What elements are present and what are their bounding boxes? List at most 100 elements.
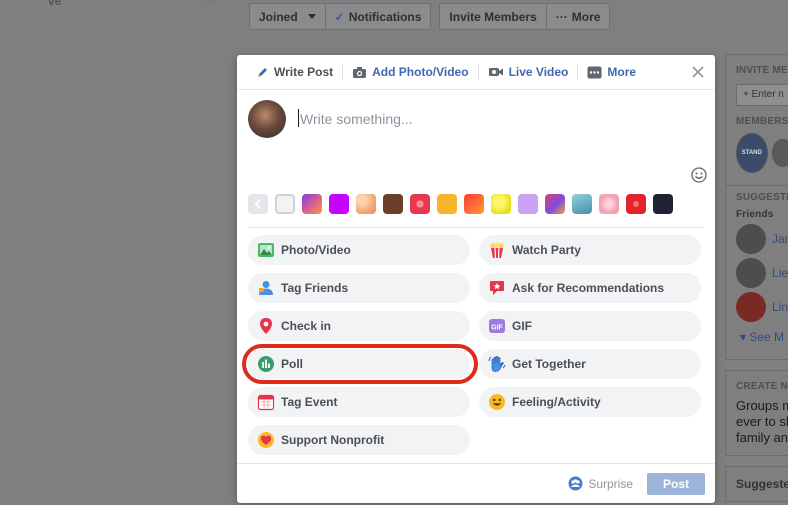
action-ask-recommendations[interactable]: Ask for Recommendations — [479, 273, 701, 303]
member-avatar[interactable] — [771, 139, 788, 167]
group-action-bar: Joined ✓ Notifications Invite Members ··… — [249, 3, 611, 30]
friends-label: Friends — [736, 209, 774, 220]
action-photo-video[interactable]: Photo/Video — [248, 235, 470, 265]
members-avatars: STAND — [726, 127, 788, 173]
create-heading: CREATE N — [736, 381, 788, 392]
tab-label: Write Post — [274, 65, 334, 79]
post-button[interactable]: Post — [647, 472, 705, 495]
notifications-label: Notifications — [348, 9, 422, 24]
tab-add-photo-video[interactable]: Add Photo/Video — [343, 64, 479, 80]
close-icon[interactable] — [691, 65, 705, 79]
gif-icon: GIF — [489, 319, 505, 333]
recommendation-icon — [490, 281, 504, 295]
swatch-brown[interactable] — [383, 194, 403, 214]
poll-highlight-ring — [242, 344, 478, 384]
emoji-picker-icon[interactable] — [691, 167, 707, 183]
swatch-purple[interactable] — [329, 194, 349, 214]
chevron-down-icon — [307, 14, 316, 19]
action-label: GIF — [512, 319, 532, 333]
post-input-placeholder[interactable]: Write something... — [300, 111, 413, 127]
action-tag-event[interactable]: Tag Event — [248, 387, 470, 417]
action-label: Tag Event — [281, 395, 338, 409]
background-swatch-picker — [248, 194, 673, 214]
right-sidebar: INVITE ME + Enter n MEMBERS STAND SUGGES… — [725, 54, 788, 505]
action-tag-friends[interactable]: Tag Friends — [248, 273, 470, 303]
ellipsis-icon: ··· — [555, 9, 568, 24]
see-more-link[interactable]: ▾ See M — [726, 322, 788, 352]
swatch-peach-pattern[interactable] — [356, 194, 376, 214]
swatch-lime[interactable] — [491, 194, 511, 214]
tab-label: More — [607, 65, 637, 79]
swatch-pink-pattern[interactable] — [599, 194, 619, 214]
post-text-area[interactable]: Write something... — [237, 90, 715, 200]
invite-members-box: INVITE ME + Enter n MEMBERS STAND — [725, 54, 788, 186]
action-gif[interactable]: GIF GIF — [479, 311, 701, 341]
invite-input[interactable]: + Enter n — [736, 84, 788, 106]
swatch-yellow[interactable] — [437, 194, 457, 214]
action-label: Get Together — [512, 357, 586, 371]
more-button[interactable]: ··· More — [545, 4, 610, 29]
avatar — [736, 258, 766, 288]
swatch-red[interactable] — [626, 194, 646, 214]
avatar — [736, 292, 766, 322]
friend-item[interactable]: Lin — [726, 288, 788, 322]
create-description: Groups m ever to sh family an — [736, 398, 788, 445]
action-poll[interactable]: Poll — [242, 344, 478, 384]
composer-tabs: Write Post Add Photo/Video Live Video Mo… — [237, 55, 715, 90]
friend-item[interactable]: Lie — [726, 254, 788, 288]
action-label: Photo/Video — [281, 243, 351, 257]
action-watch-party[interactable]: Watch Party — [479, 235, 701, 265]
photo-icon — [258, 243, 274, 257]
divider — [248, 227, 704, 228]
swatch-scroll-left-button[interactable] — [248, 194, 268, 214]
suggested-heading: SUGGESTE — [736, 192, 788, 203]
action-feeling-activity[interactable]: Feeling/Activity — [479, 387, 701, 417]
swatch-teal[interactable] — [572, 194, 592, 214]
action-check-in[interactable]: Check in — [248, 311, 470, 341]
notifications-button[interactable]: ✓ Notifications — [324, 4, 431, 29]
action-label: Ask for Recommendations — [512, 281, 665, 295]
avatar — [248, 100, 286, 138]
more-label: More — [571, 9, 601, 24]
swatch-navy[interactable] — [653, 194, 673, 214]
swatch-gradient-blue-pink[interactable] — [545, 194, 565, 214]
action-label: Feeling/Activity — [512, 395, 601, 409]
surprise-label: Surprise — [588, 476, 633, 491]
camera-icon — [353, 66, 367, 78]
post-composer: Write Post Add Photo/Video Live Video Mo… — [237, 55, 715, 503]
joined-button[interactable]: Joined — [250, 4, 325, 29]
video-camera-icon — [488, 68, 503, 76]
swatch-gradient-purple-orange[interactable] — [302, 194, 322, 214]
action-get-together[interactable]: Get Together — [479, 349, 701, 379]
friend-item[interactable]: Jan — [726, 220, 788, 254]
composer-footer: Surprise Post — [237, 463, 715, 503]
tab-write-post[interactable]: Write Post — [247, 64, 344, 80]
svg-text:GIF: GIF — [491, 325, 503, 332]
pencil-icon — [258, 67, 267, 77]
invite-group: Invite Members ··· More — [439, 3, 611, 30]
swatch-orange[interactable] — [464, 194, 484, 214]
action-label: Check in — [281, 319, 332, 333]
members-heading: MEMBERS — [736, 116, 788, 127]
avatar — [736, 224, 766, 254]
popcorn-icon — [490, 242, 504, 259]
swatch-lavender[interactable] — [518, 194, 538, 214]
wave-hand-icon — [488, 356, 506, 372]
location-pin-icon — [260, 318, 272, 334]
smiley-icon — [489, 394, 505, 410]
swatch-plain[interactable] — [275, 194, 295, 214]
page-background-left: ve ... — [0, 0, 236, 505]
invite-members-button[interactable]: Invite Members — [440, 4, 545, 29]
surprise-button[interactable]: Surprise — [568, 476, 633, 491]
create-group-box: CREATE N Groups m ever to sh family an — [725, 370, 788, 456]
tab-live-video[interactable]: Live Video — [479, 64, 579, 80]
swatch-red-pattern[interactable] — [410, 194, 430, 214]
membership-group: Joined ✓ Notifications — [249, 3, 432, 30]
tab-more[interactable]: More — [578, 64, 645, 80]
action-label: Support Nonprofit — [281, 433, 385, 447]
member-avatar[interactable]: STAND — [736, 133, 768, 173]
suggested-groups-heading: Suggeste — [736, 477, 788, 491]
more-icon — [587, 66, 602, 78]
action-support-nonprofit[interactable]: Support Nonprofit — [248, 425, 470, 455]
group-icon — [568, 476, 583, 491]
